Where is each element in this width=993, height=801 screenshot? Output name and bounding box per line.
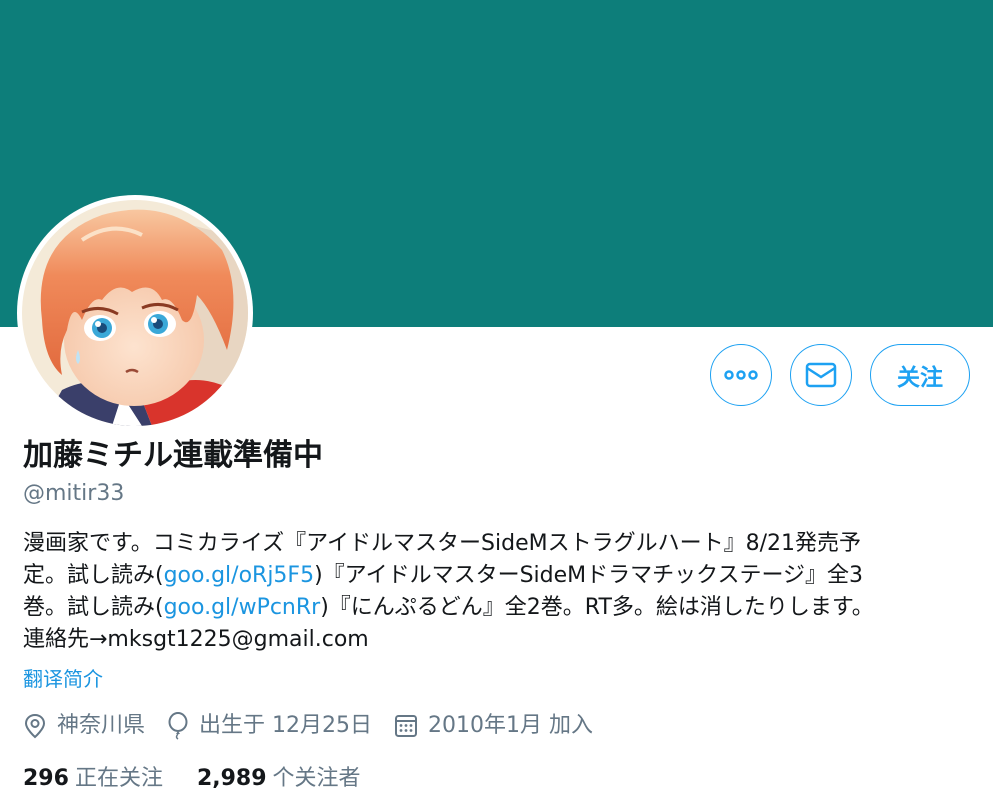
location-text: 神奈川県 [57, 713, 146, 738]
followers-count: 2,989 [196, 766, 267, 791]
bio-text: 定。試し読み( [23, 563, 164, 588]
profile-actions: 关注 [710, 344, 970, 406]
envelope-icon [805, 362, 837, 388]
follow-button[interactable]: 关注 [870, 344, 970, 406]
birthday: 出生于 12月25日 [167, 710, 372, 742]
profile-meta: 神奈川県 出生于 12月25日 2010年1月 加入 [23, 710, 615, 742]
bio-text: 巻。試し読み( [23, 595, 164, 620]
following-link[interactable]: 296 正在关注 [23, 762, 163, 796]
followers-label: 个关注者 [272, 766, 361, 791]
bio-text: )『にんぷるどん』全2巻。RT多。絵は消したりします。 [320, 595, 874, 620]
bio-line-1: 漫画家です。コミカライズ『アイドルマスターSideMストラグルハート』8/21発… [23, 531, 862, 556]
message-button[interactable] [790, 344, 852, 406]
bio-link[interactable]: goo.gl/oRj5F5 [164, 563, 315, 588]
profile-page: 关注 加藤ミチル連載準備中 @mitir33 漫画家です。コミカライズ『アイドル… [0, 0, 993, 801]
location: 神奈川県 [23, 710, 145, 742]
avatar[interactable] [17, 195, 253, 431]
bio-line-3: 巻。試し読み(goo.gl/wPcnRr)『にんぷるどん』全2巻。RT多。絵は消… [23, 592, 978, 624]
join-date: 2010年1月 加入 [394, 710, 593, 742]
bio-line-4: 連絡先→mksgt1225@gmail.com [23, 627, 369, 652]
location-pin-icon [24, 713, 46, 739]
translate-bio-link[interactable]: 翻译简介 [23, 664, 103, 694]
display-name: 加藤ミチル連載準備中 [23, 438, 323, 473]
calendar-icon [395, 715, 417, 737]
bio: 漫画家です。コミカライズ『アイドルマスターSideMストラグルハート』8/21発… [23, 528, 978, 656]
join-date-text: 2010年1月 加入 [428, 713, 593, 738]
user-handle: @mitir33 [23, 481, 125, 506]
following-label: 正在关注 [74, 766, 163, 791]
balloon-icon [168, 712, 188, 740]
profile-stats: 296 正在关注 2,989 个关注者 [23, 762, 395, 796]
followers-link[interactable]: 2,989 个关注者 [197, 762, 361, 796]
bio-line-2: 定。試し読み(goo.gl/oRj5F5)『アイドルマスターSideMドラマチッ… [23, 560, 978, 592]
birthday-text: 出生于 12月25日 [199, 713, 372, 738]
bio-link[interactable]: goo.gl/wPcnRr [164, 595, 321, 620]
more-icon [724, 370, 758, 380]
bio-text: )『アイドルマスターSideMドラマチックステージ』全3 [314, 563, 864, 588]
avatar-image [22, 200, 248, 426]
more-button[interactable] [710, 344, 772, 406]
following-count: 296 [23, 766, 69, 791]
